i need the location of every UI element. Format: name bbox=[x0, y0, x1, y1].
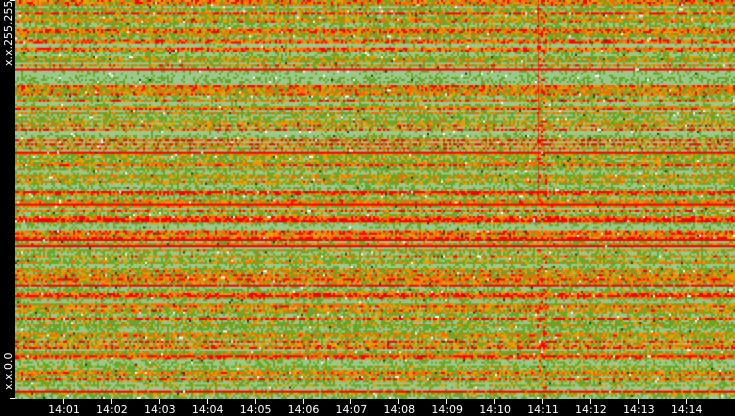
x-tick-label: 14:04 bbox=[191, 403, 224, 416]
x-tick-label: 14:11 bbox=[527, 403, 559, 416]
x-tick-label: 14:01 bbox=[48, 403, 80, 416]
x-tick-label: 14:07 bbox=[335, 403, 368, 416]
x-tick-label: 14:09 bbox=[431, 403, 464, 416]
x-tick-label: 14:05 bbox=[239, 403, 272, 416]
x-tick-label: 14:02 bbox=[96, 403, 128, 416]
x-tick-label: 14:14 bbox=[670, 403, 703, 416]
x-tick-label: 14:06 bbox=[287, 403, 320, 416]
heatmap-canvas[interactable] bbox=[15, 0, 735, 399]
x-tick-label: 14:03 bbox=[143, 403, 176, 416]
x-tick-label: 14:10 bbox=[479, 403, 511, 416]
y-label-top: x.x.255.255 bbox=[2, 0, 15, 66]
y-tick-bottom bbox=[10, 398, 15, 399]
x-tick-label: 14:08 bbox=[383, 403, 416, 416]
x-tick-label: 14:12 bbox=[575, 403, 607, 416]
y-label-bottom: x.x.0.0 bbox=[2, 352, 15, 390]
x-tick-label: 14:13 bbox=[622, 403, 655, 416]
